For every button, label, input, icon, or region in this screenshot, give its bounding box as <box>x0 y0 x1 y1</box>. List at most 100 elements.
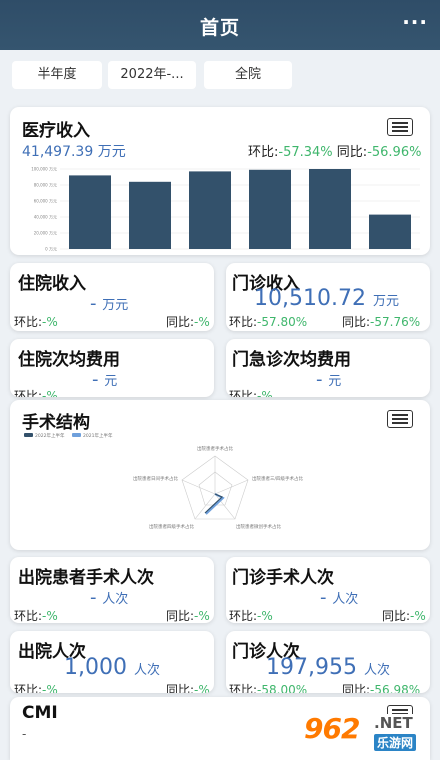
income-bar[interactable] <box>249 169 291 249</box>
hb-value: -% <box>257 609 273 623</box>
inpatient-income-card[interactable]: 住院收入 - 万元 环比:-% 同比:-% <box>10 263 214 331</box>
emergency-avg-cost-card[interactable]: 门急诊次均费用 - 元 环比:-% <box>226 339 430 397</box>
y-tick-label: 20,000 万元 <box>34 231 57 236</box>
tb-row: 同比:-57.76% <box>342 313 420 330</box>
value-row: 1,000 人次 <box>64 655 160 680</box>
income-bar-chart: 100,000 万元 80,000 万元 60,000 万元 40,000 万元 20,… <box>31 167 420 252</box>
tb-row: 同比:-56.98% <box>342 681 420 693</box>
hb-value: -58.00% <box>257 683 308 693</box>
watermark-net: .NET <box>372 714 415 732</box>
value-row: - 人次 <box>320 587 358 608</box>
card-title: 住院收入 <box>18 274 86 294</box>
hb-label: 环比: <box>229 389 258 397</box>
hb-value: -% <box>42 683 58 693</box>
unit-text: 元 <box>328 374 342 389</box>
list-menu-icon[interactable] <box>387 118 413 136</box>
more-icon[interactable]: ··· <box>402 10 428 34</box>
year-select[interactable]: 2022年-... <box>108 61 196 89</box>
hb-label: 环比: <box>229 315 258 329</box>
outpatient-visits-card[interactable]: 门诊人次 197,955 人次 环比:-58.00% 同比:-56.98% <box>226 631 430 693</box>
medical-income-card[interactable]: 医疗收入 41,497.39 万元 环比:-57.34% 同比:-56.96% … <box>10 107 430 255</box>
legend-swatch-1 <box>24 433 33 437</box>
income-bar[interactable] <box>189 171 231 249</box>
list-menu-icon[interactable] <box>387 410 413 428</box>
value-text: 197,955 <box>266 655 357 680</box>
filter-bar: 半年度 2022年-... 全院 <box>0 50 440 102</box>
outpatient-surgery-card[interactable]: 门诊手术人次 - 人次 环比:-% 同比:-% <box>226 557 430 623</box>
radar-grid <box>181 455 249 520</box>
tb-value: -% <box>194 315 210 329</box>
hb-row: 环比:-58.00% <box>229 681 307 693</box>
watermark-site: 乐游网 <box>374 734 417 751</box>
app-header: 首页 ··· <box>0 0 440 50</box>
outpatient-income-card[interactable]: 门诊收入 10,510.72 万元 环比:-57.80% 同比:-57.76% <box>226 263 430 331</box>
hb-label: 环比: <box>14 683 43 693</box>
hb-label: 环比: <box>14 609 43 623</box>
radar-axis-label: 出院患者四级手术占比 <box>149 523 194 530</box>
income-bar[interactable] <box>369 214 411 249</box>
y-tick-label: 0 万元 <box>45 247 57 252</box>
income-bar[interactable] <box>309 169 351 249</box>
radar-axis-label: 出院患者手术占比 <box>197 445 233 452</box>
medical-income-value: 41,497.39 万元 <box>22 141 126 161</box>
tb-label: 同比: <box>382 609 411 623</box>
unit-text: 人次 <box>102 592 129 607</box>
value-text: - <box>92 369 99 390</box>
hb-label: 环比: <box>229 609 258 623</box>
inpatient-avg-cost-card[interactable]: 住院次均费用 - 元 环比:-% <box>10 339 214 397</box>
value-text: 10,510.72 <box>254 286 366 311</box>
value-row: 10,510.72 万元 <box>254 286 399 311</box>
hb-row: 环比:-% <box>14 313 58 330</box>
unit-text: 人次 <box>133 663 160 678</box>
tb-label: 同比: <box>166 609 195 623</box>
hb-row: 环比:-% <box>229 607 273 623</box>
watermark-number: 962 <box>304 712 360 745</box>
tb-label: 同比: <box>342 315 371 329</box>
card-title: CMI <box>22 703 58 723</box>
hb-label: 环比: <box>229 683 258 693</box>
hb-value: -57.34% <box>278 145 333 160</box>
value-text: 41,497.39 <box>22 144 94 160</box>
card-title: 门急诊次均费用 <box>232 350 351 370</box>
tb-value: -% <box>410 609 426 623</box>
unit-text: 人次 <box>332 592 359 607</box>
value-text: - <box>90 293 97 314</box>
discharges-card[interactable]: 出院人次 1,000 人次 环比:-% 同比:-% <box>10 631 214 693</box>
surgery-structure-card[interactable]: 手术结构 2022年上半年 2021年上半年 出院患者手术占比 出院患者三/四级… <box>10 400 430 550</box>
ratio-row: 环比:-57.34% 同比:-56.96% <box>248 141 421 160</box>
legend-label-2: 2021年上半年 <box>83 432 113 439</box>
income-bar[interactable] <box>69 175 111 249</box>
value-row: - 人次 <box>90 587 128 608</box>
tb-value: -56.96% <box>367 145 422 160</box>
hb-value: -% <box>257 389 273 397</box>
surgery-radar-chart: 2022年上半年 2021年上半年 出院患者手术占比 出院患者三/四级手术占比 … <box>24 432 304 530</box>
tb-label: 同比: <box>166 315 195 329</box>
hb-row: 环比:-% <box>14 681 58 693</box>
unit-text: 元 <box>104 374 118 389</box>
tb-row: 同比:-% <box>166 681 210 693</box>
value-row: - 元 <box>316 369 341 390</box>
legend-swatch-2 <box>72 433 81 437</box>
hb-label: 环比: <box>14 389 43 397</box>
card-title: 医疗收入 <box>22 121 90 141</box>
page-title: 首页 <box>199 17 240 39</box>
value-row: - 万元 <box>90 293 128 314</box>
tb-value: -% <box>194 683 210 693</box>
tb-value: -56.98% <box>370 683 421 693</box>
value-text: - <box>90 587 97 608</box>
period-select[interactable]: 半年度 <box>12 61 102 89</box>
hb-value: -57.80% <box>257 315 308 329</box>
card-title: 门诊手术人次 <box>232 568 334 588</box>
value-row: 197,955 人次 <box>266 655 390 680</box>
scope-select[interactable]: 全院 <box>204 61 292 89</box>
tb-label: 同比: <box>342 683 371 693</box>
tb-value: -% <box>194 609 210 623</box>
card-title: 出院患者手术人次 <box>18 568 154 588</box>
tb-row: 同比:-% <box>166 313 210 330</box>
hb-row: 环比:-57.80% <box>229 313 307 330</box>
tb-row: 同比:-% <box>166 607 210 623</box>
discharged-surgery-card[interactable]: 出院患者手术人次 - 人次 环比: -% 同比:-% <box>10 557 214 623</box>
hb-value: -% <box>42 315 58 329</box>
income-bar[interactable] <box>129 181 171 249</box>
unit-text: 万元 <box>372 294 399 309</box>
